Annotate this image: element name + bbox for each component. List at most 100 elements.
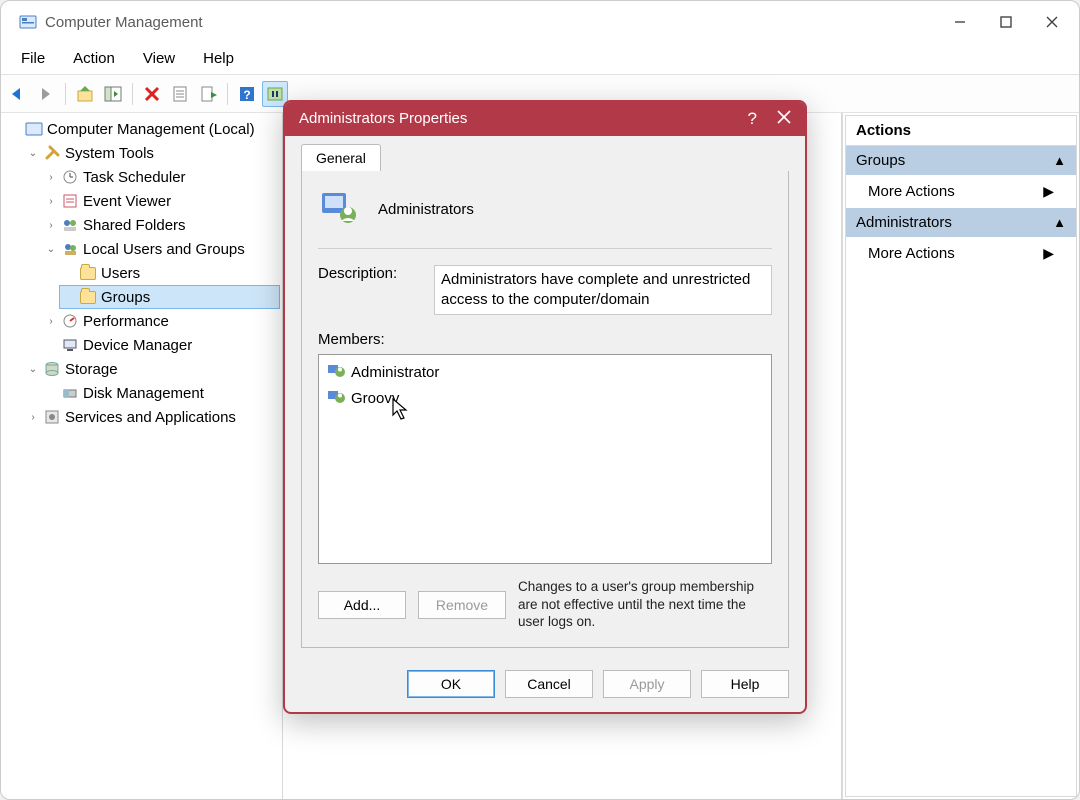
tree-task-scheduler[interactable]: › Task Scheduler [41,165,280,189]
menubar: File Action View Help [1,43,1079,75]
clock-icon [61,168,79,186]
event-viewer-icon [61,192,79,210]
description-label: Description: [318,265,414,282]
tab-general[interactable]: General [301,144,381,171]
chevron-right-icon: › [45,172,57,183]
minimize-button[interactable] [951,13,969,31]
disk-icon [61,384,79,402]
member-name: Administrator [351,364,439,381]
tree-pane[interactable]: Computer Management (Local) ⌄ System Too… [1,113,283,799]
section-label: Administrators [856,214,952,231]
tree-disk-management[interactable]: Disk Management [41,381,280,405]
actions-more-admins[interactable]: More Actions ▶ [845,237,1077,270]
tree-performance[interactable]: › Performance [41,309,280,333]
actions-more-groups[interactable]: More Actions ▶ [845,175,1077,208]
tree-event-viewer[interactable]: › Event Viewer [41,189,280,213]
properties-dialog: Administrators Properties ? General Admi… [283,100,807,714]
back-button[interactable] [5,81,31,107]
tree-label: Shared Folders [83,217,186,234]
folder-icon [79,264,97,282]
shared-folders-icon [61,216,79,234]
actions-filler [845,270,1077,797]
member-item[interactable]: Groovy [321,385,769,411]
up-button[interactable] [72,81,98,107]
dialog-title: Administrators Properties [299,110,748,127]
chevron-right-icon: › [27,412,39,423]
tree-local-users-groups[interactable]: ⌄ Local Users and Groups [41,237,280,261]
folder-icon [79,288,97,306]
app-icon [19,13,37,31]
chevron-right-icon: › [45,220,57,231]
device-manager-icon [61,336,79,354]
chevron-right-icon: › [45,316,57,327]
window-title: Computer Management [45,14,951,31]
member-item[interactable]: Administrator [321,359,769,385]
svg-text:?: ? [243,88,250,102]
dialog-tabpage: Administrators Description: Administrato… [301,171,789,648]
group-name: Administrators [378,201,474,218]
actions-title: Actions [845,115,1077,146]
menu-view[interactable]: View [129,46,189,71]
tree-device-manager[interactable]: Device Manager [41,333,280,357]
help-button[interactable]: Help [701,670,789,698]
storage-icon [43,360,61,378]
tree-system-tools[interactable]: ⌄ System Tools [23,141,280,165]
dialog-tabs: General [285,136,805,171]
computer-management-icon [25,120,43,138]
dialog-help-button[interactable]: ? [748,109,757,129]
close-button[interactable] [1043,13,1061,31]
user-icon [327,361,345,383]
actions-pane: Actions Groups ▲ More Actions ▶ Administ… [842,113,1079,799]
maximize-button[interactable] [997,13,1015,31]
members-list[interactable]: Administrator Groovy [318,354,772,564]
members-label: Members: [318,331,772,348]
remove-button[interactable]: Remove [418,591,506,619]
toolbar-separator-2 [132,83,133,105]
delete-button[interactable] [139,81,165,107]
properties-button[interactable] [167,81,193,107]
performance-icon [61,312,79,330]
user-icon [327,387,345,409]
tree-label: Performance [83,313,169,330]
description-field[interactable]: Administrators have complete and unrestr… [434,265,772,316]
help-button[interactable]: ? [234,81,260,107]
chevron-down-icon: ⌄ [45,244,57,255]
apply-button[interactable]: Apply [603,670,691,698]
actions-section-admins[interactable]: Administrators ▲ [845,208,1077,237]
submenu-icon: ▶ [1043,183,1054,200]
tree-label: Disk Management [83,385,204,402]
action-label: More Actions [868,183,955,200]
chevron-down-icon: ⌄ [27,364,39,375]
export-button[interactable] [195,81,221,107]
collapse-icon: ▲ [1053,153,1066,168]
tree-label: Services and Applications [65,409,236,426]
services-icon [43,408,61,426]
ok-button[interactable]: OK [407,670,495,698]
menu-file[interactable]: File [7,46,59,71]
cancel-button[interactable]: Cancel [505,670,593,698]
tree-label: Users [101,265,140,282]
tree-services-apps[interactable]: › Services and Applications [23,405,280,429]
chevron-down-icon: ⌄ [27,148,39,159]
tree-label: Device Manager [83,337,192,354]
dialog-button-row: OK Cancel Apply Help [285,660,805,712]
tree-label: Groups [101,289,150,306]
tree-groups[interactable]: Groups [59,285,280,309]
titlebar: Computer Management [1,1,1079,43]
tree-shared-folders[interactable]: › Shared Folders [41,213,280,237]
show-hide-tree-button[interactable] [100,81,126,107]
menu-help[interactable]: Help [189,46,248,71]
action-label: More Actions [868,245,955,262]
dialog-close-button[interactable] [777,110,791,128]
forward-button[interactable] [33,81,59,107]
tree-root-label: Computer Management (Local) [47,121,255,138]
add-button[interactable]: Add... [318,591,406,619]
tree-root[interactable]: Computer Management (Local) [5,117,280,141]
tree-users[interactable]: Users [59,261,280,285]
menu-action[interactable]: Action [59,46,129,71]
submenu-icon: ▶ [1043,245,1054,262]
tree-label: Task Scheduler [83,169,186,186]
actions-section-groups[interactable]: Groups ▲ [845,146,1077,175]
tree-storage[interactable]: ⌄ Storage [23,357,280,381]
collapse-icon: ▲ [1053,215,1066,230]
